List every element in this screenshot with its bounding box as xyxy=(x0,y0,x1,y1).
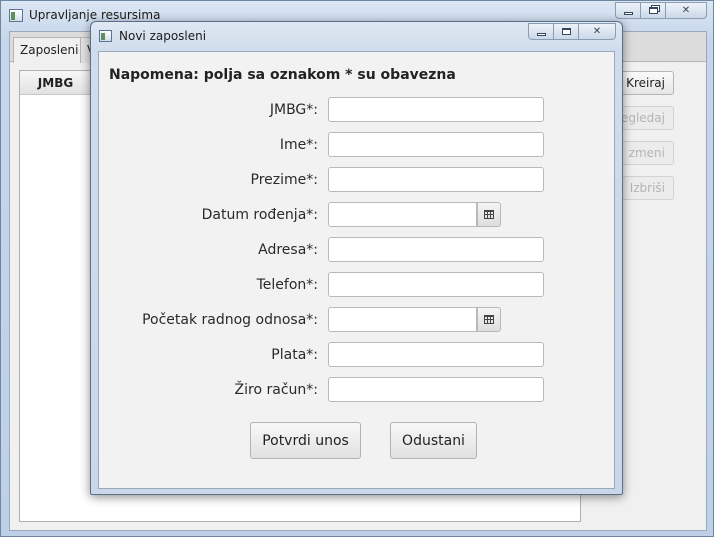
cancel-button[interactable]: Odustani xyxy=(390,422,477,459)
dialog-title: Novi zaposleni xyxy=(119,29,207,43)
dialog-body: Napomena: polja sa oznakom * su obavezna… xyxy=(98,51,615,489)
label-plata: Plata*: xyxy=(271,347,318,363)
label-telefon: Telefon*: xyxy=(256,277,318,293)
tab-zaposleni[interactable]: Zaposleni xyxy=(13,37,86,63)
confirm-button[interactable]: Potvrdi unos xyxy=(250,422,361,459)
label-jmbg: JMBG*: xyxy=(269,102,318,118)
dialog-maximize-button[interactable] xyxy=(553,23,579,40)
main-close-button[interactable]: ✕ xyxy=(665,2,707,19)
telefon-input[interactable] xyxy=(328,272,544,297)
main-caption-buttons: ✕ xyxy=(615,2,707,19)
birth-date-picker-button[interactable] xyxy=(477,202,501,227)
new-employee-dialog: Novi zaposleni ✕ Napomena: polja sa ozna… xyxy=(90,21,623,495)
label-ime: Ime*: xyxy=(279,137,318,153)
label-ziro-racun: Žiro račun*: xyxy=(234,382,318,398)
close-icon: ✕ xyxy=(681,5,691,16)
ime-input[interactable] xyxy=(328,132,544,157)
required-fields-note: Napomena: polja sa oznakom * su obavezna xyxy=(109,67,456,83)
adresa-input[interactable] xyxy=(328,237,544,262)
label-adresa: Adresa*: xyxy=(258,242,318,258)
dialog-close-button[interactable]: ✕ xyxy=(578,23,616,40)
dialog-caption-buttons: ✕ xyxy=(528,23,616,40)
employment-start-picker-button[interactable] xyxy=(477,307,501,332)
close-icon: ✕ xyxy=(592,26,602,37)
prezime-input[interactable] xyxy=(328,167,544,192)
main-minimize-button[interactable] xyxy=(615,2,641,19)
birth-date-input[interactable] xyxy=(328,202,477,227)
maximize-icon xyxy=(561,28,571,35)
plata-input[interactable] xyxy=(328,342,544,367)
app-icon xyxy=(9,9,23,22)
label-prezime: Prezime*: xyxy=(250,172,318,188)
table-header-jmbg[interactable]: JMBG xyxy=(20,71,92,95)
ziro-racun-input[interactable] xyxy=(328,377,544,402)
minimize-icon xyxy=(536,33,546,36)
calendar-icon xyxy=(484,315,494,324)
calendar-icon xyxy=(484,210,494,219)
label-pocetak-radnog-odnosa: Početak radnog odnosa*: xyxy=(142,312,318,328)
label-datum-rodjenja: Datum rođenja*: xyxy=(201,207,318,223)
dialog-minimize-button[interactable] xyxy=(528,23,554,40)
main-maximize-button[interactable] xyxy=(640,2,666,19)
dialog-app-icon xyxy=(99,30,112,42)
main-window-title: Upravljanje resursima xyxy=(29,8,161,22)
jmbg-input[interactable] xyxy=(328,97,544,122)
employment-start-input[interactable] xyxy=(328,307,477,332)
restore-icon xyxy=(648,7,658,14)
minimize-icon xyxy=(623,12,633,15)
